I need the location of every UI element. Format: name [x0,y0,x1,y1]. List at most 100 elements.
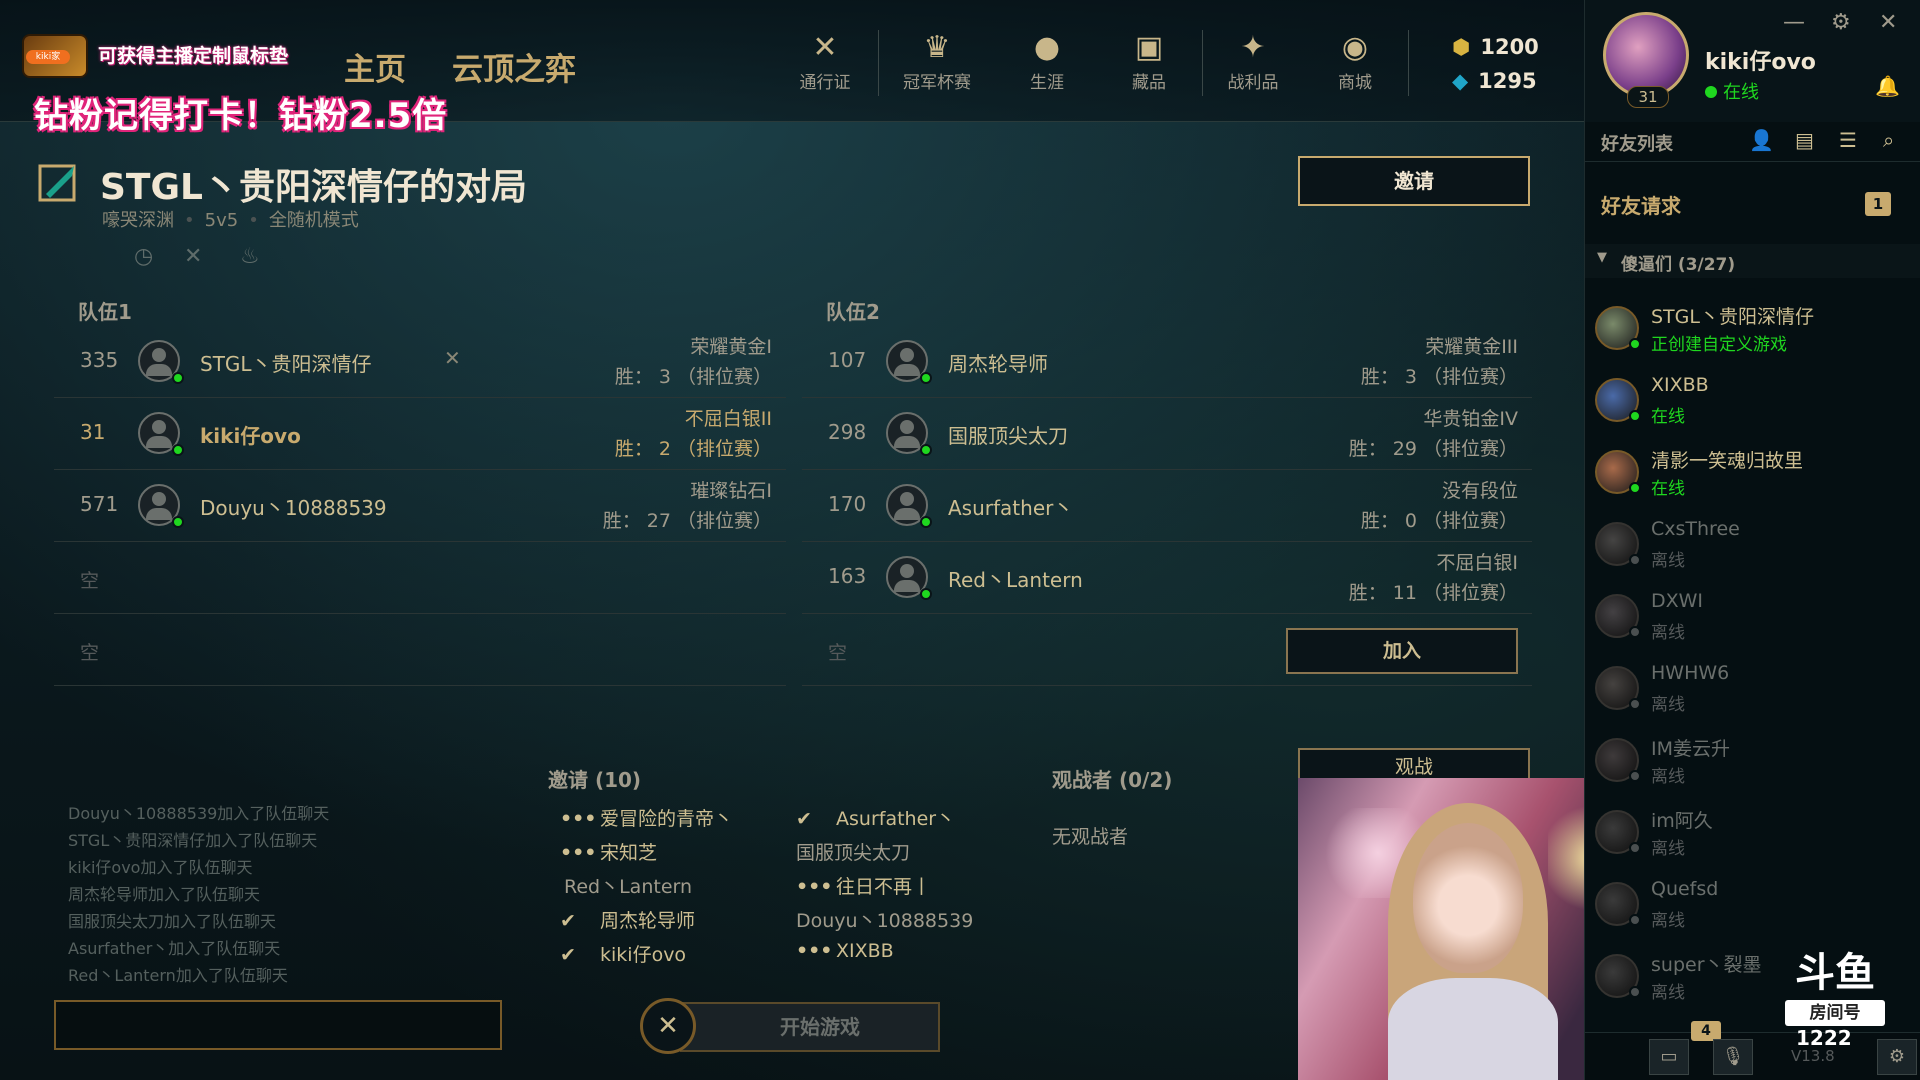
profile-header[interactable]: 31 kiki仔ovo 在线 — ⚙ ✕ 🔔 [1585,0,1920,122]
friend-name: XIXBB [1651,374,1709,396]
blue-essence-amount: 1200 [1480,35,1539,59]
leave-lobby-close-icon[interactable]: ✕ [640,998,696,1054]
nav-loot[interactable]: ✦ 战利品 [1208,28,1298,93]
join-team-button[interactable]: 加入 [1286,628,1518,674]
blue-essence-icon: ⬢ [1452,35,1471,59]
friend-name: super丶裂墨 [1651,954,1762,976]
team1-slot[interactable]: 335 STGL丶贵阳深情仔 ✕ 荣耀黄金I 胜： 3 （排位赛） [54,326,786,398]
microphone-icon[interactable]: 🎙 [1713,1039,1753,1075]
gear-icon[interactable]: ⚙ [1831,10,1851,35]
spectate-button[interactable]: 观战 [1298,748,1530,778]
douyu-watermark: 斗鱼 房间号 [1780,940,1890,1026]
friend-item[interactable]: 清影一笑魂归故里 在线 [1585,438,1920,510]
invite-name: 宋知芝 [600,842,658,864]
pass-icon: ✕ [812,30,838,65]
search-icon[interactable]: ⌕ [1883,128,1894,152]
friend-requests[interactable]: 好友请求 1 [1585,180,1920,224]
status-dot-icon [1629,482,1641,494]
start-game-button[interactable]: 开始游戏 [680,1002,940,1052]
team2-slot[interactable]: 107 周杰轮导师 荣耀黄金III 胜： 3 （排位赛） [802,326,1532,398]
player-name[interactable]: kiki仔ovo [200,420,301,449]
close-icon[interactable]: ✕ [1879,10,1897,35]
team-chat-log: Douyu丶10888539加入了队伍聊天 STGL丶贵阳深情仔加入了队伍聊天 … [68,800,329,989]
lobby-size: 5v5 [204,210,239,231]
loot-icon: ✦ [1240,30,1266,65]
friend-item[interactable]: STGL丶贵阳深情仔 正创建自定义游戏 [1585,294,1920,366]
nav-loot-label: 战利品 [1227,73,1279,93]
friend-status: 离线 [1651,623,1685,643]
player-rank: 没有段位 [1441,480,1518,502]
profile-icon: ● [1033,30,1061,65]
friend-item[interactable]: XIXBB 在线 [1585,366,1920,438]
player-level: 107 [828,348,867,372]
friend-item[interactable]: IM姜云升 离线 [1585,726,1920,798]
lobby-owner-icon: ✕ [444,346,461,370]
chat-input[interactable] [54,1000,502,1050]
player-rank: 荣耀黄金I [690,336,772,358]
start-game-group: ✕ 开始游戏 [640,998,942,1056]
currency-display[interactable]: ⬢ 1200 ◆ 1295 [1452,30,1539,98]
player-wins: 胜： 2 （排位赛） [614,438,772,460]
flame-icon: ♨ [240,244,260,269]
team1-empty-slot[interactable]: 空 [54,614,786,686]
nav-tft[interactable]: 云顶之弈 [452,44,576,89]
settings-icon[interactable]: ⚙ [1877,1039,1917,1075]
chat-line: Douyu丶10888539加入了队伍聊天 [68,804,330,823]
team1-empty-slot[interactable]: 空 [54,542,786,614]
team1-slot[interactable]: 31 kiki仔ovo 不屈白银II 胜： 2 （排位赛） [54,398,786,470]
friend-item[interactable]: CxsThree 离线 [1585,510,1920,582]
team2-slot[interactable]: 170 Asurfather丶 没有段位 胜： 0 （排位赛） [802,470,1532,542]
friend-name: STGL丶贵阳深情仔 [1651,306,1814,328]
bell-icon[interactable]: 🔔 [1875,74,1900,98]
player-rank: 荣耀黄金III [1425,336,1518,358]
no-spectators-label: 无观战者 [1052,826,1129,848]
status-dot-icon [1629,914,1641,926]
nav-profile[interactable]: ● 生涯 [1002,28,1092,93]
friend-item[interactable]: Quefsd 离线 [1585,870,1920,942]
chat-line: 国服顶尖太刀加入了队伍聊天 [68,912,277,931]
profile-level-badge: 31 [1627,86,1669,108]
player-name[interactable]: Red丶Lantern [948,564,1083,593]
invite-name: Douyu丶10888539 [796,910,974,932]
friend-status: 在线 [1651,407,1685,427]
collection-icon: ▣ [1134,30,1164,65]
add-folder-icon[interactable]: ▤ [1795,128,1814,152]
invite-button[interactable]: 邀请 [1298,156,1530,206]
invite-name: 国服顶尖太刀 [796,842,911,864]
invite-item: 国服顶尖太刀 [796,838,910,865]
riot-points-icon: ◆ [1452,69,1469,93]
invite-name: 往日不再丨 [836,876,932,898]
list-view-icon[interactable]: ☰ [1839,128,1857,152]
player-name[interactable]: 周杰轮导师 [948,348,1048,377]
minimize-icon[interactable]: — [1783,10,1805,35]
player-wins: 胜： 27 （排位赛） [602,510,772,532]
friend-group-header[interactable]: ▼ 傻逼们 (3/27) [1585,244,1920,278]
nav-home[interactable]: 主页 [344,44,406,89]
chat-count-badge: 4 [1691,1021,1721,1041]
player-name[interactable]: Asurfather丶 [948,492,1073,521]
stream-promo-line2: 钻粉记得打卡！钻粉2.5倍 [34,96,448,136]
friend-name: 清影一笑魂归故里 [1651,450,1804,472]
player-wins: 胜： 0 （排位赛） [1360,510,1518,532]
friend-item[interactable]: im阿久 离线 [1585,798,1920,870]
profile-status[interactable]: 在线 [1705,78,1759,104]
invite-item: Douyu丶10888539 [796,906,973,933]
add-friend-icon[interactable]: 👤 [1749,128,1774,152]
nav-pass[interactable]: ✕ 通行证 [780,28,870,93]
friend-item[interactable]: DXWI 离线 [1585,582,1920,654]
lobby-map: 嚎哭深渊 [102,210,174,231]
friend-item[interactable]: HWHW6 离线 [1585,654,1920,726]
team2-slot[interactable]: 163 Red丶Lantern 不屈白银I 胜： 11 （排位赛） [802,542,1532,614]
player-name[interactable]: STGL丶贵阳深情仔 [200,348,372,377]
player-name[interactable]: Douyu丶10888539 [200,492,387,521]
player-name[interactable]: 国服顶尖太刀 [948,420,1068,449]
online-dot-icon [172,444,184,456]
invites-title: 邀请 (10) [548,768,642,792]
nav-store[interactable]: ◉ 商城 [1310,28,1400,93]
nav-champion-cup[interactable]: ♛ 冠军杯赛 [892,28,982,93]
team1-slot[interactable]: 571 Douyu丶10888539 璀璨钻石I 胜： 27 （排位赛） [54,470,786,542]
chat-window-icon[interactable]: ▭ [1649,1039,1689,1075]
player-level: 571 [80,492,119,516]
team2-slot[interactable]: 298 国服顶尖太刀 华贵铂金IV 胜： 29 （排位赛） [802,398,1532,470]
nav-collection[interactable]: ▣ 藏品 [1104,28,1194,93]
